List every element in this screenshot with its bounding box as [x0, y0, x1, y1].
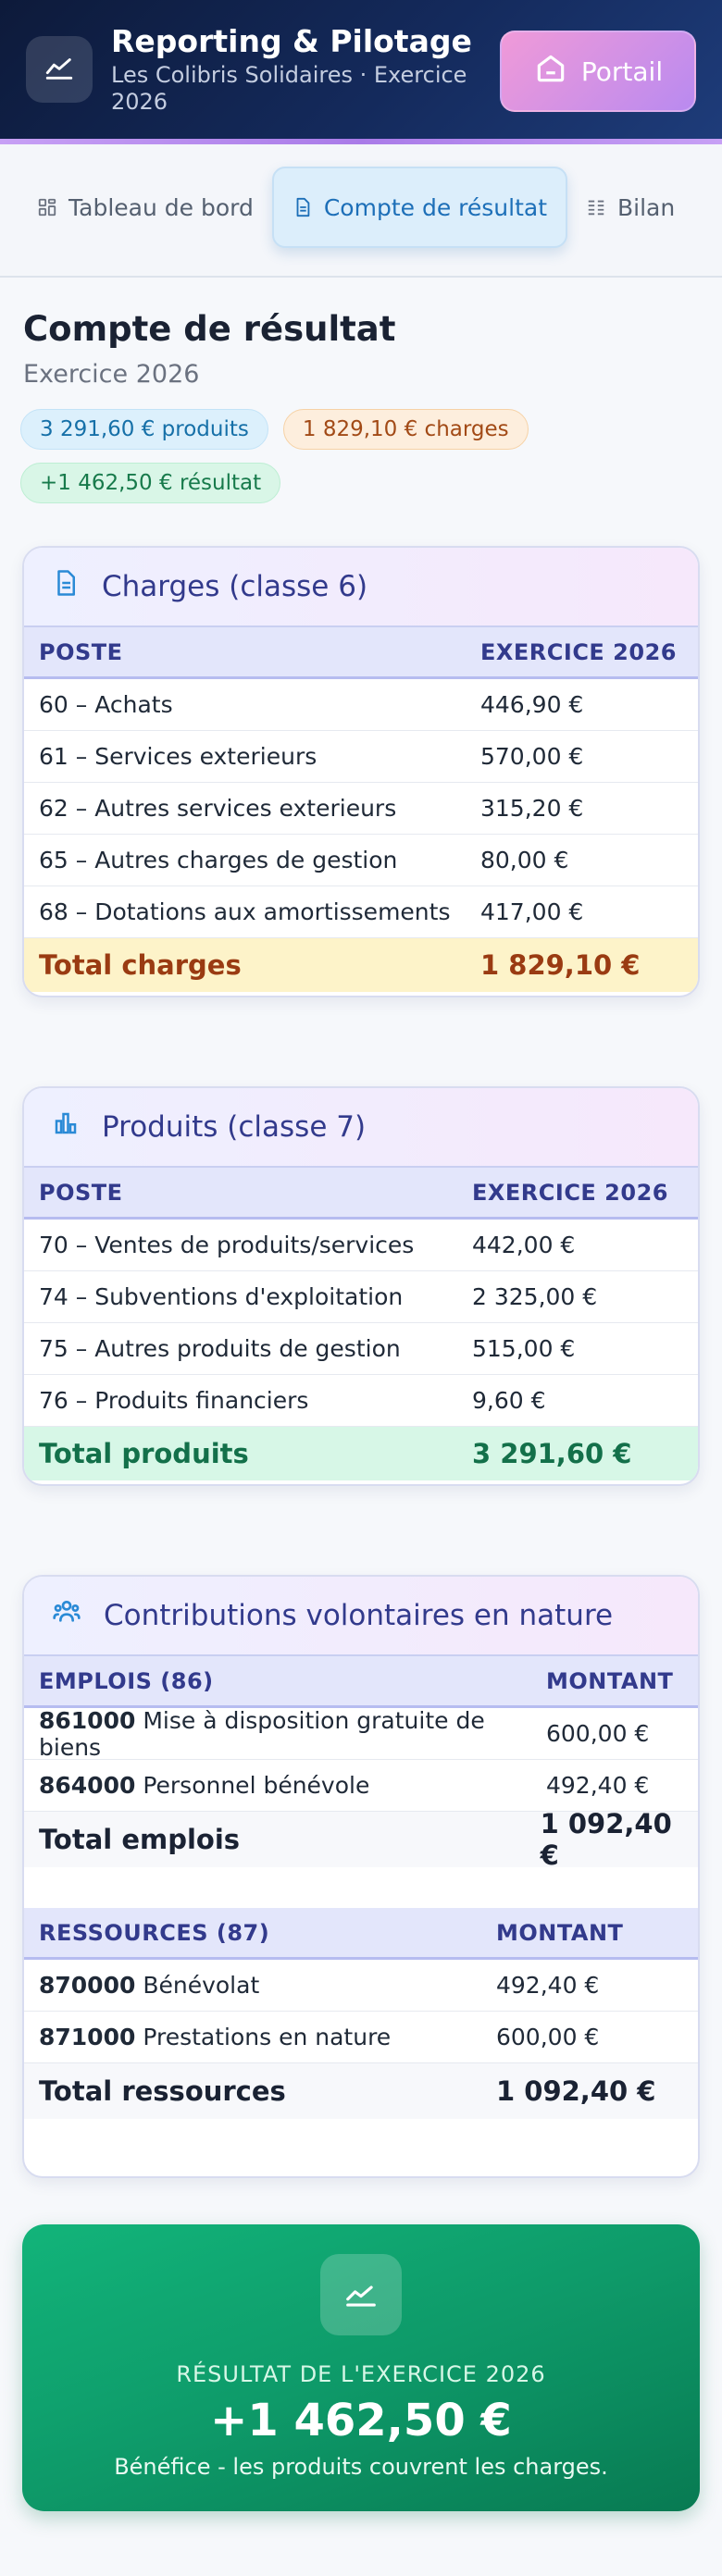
total-value: 1 092,40 € [496, 2075, 656, 2107]
table-row: 68 – Dotations aux amortissements 417,00 … [24, 886, 698, 938]
users-icon [52, 1597, 81, 1634]
col-montant: MONTANT [546, 1667, 674, 1694]
tab-label: Bilan [617, 193, 676, 221]
col-poste: POSTE [39, 638, 123, 665]
contributions-card-header: Contributions volontaires en nature [24, 1577, 698, 1656]
col-emplois: EMPLOIS (86) [39, 1667, 214, 1694]
result-value: +1 462,50 € [210, 2395, 512, 2446]
portal-button-label: Portail [580, 56, 664, 87]
table-row: 870000 Bénévolat 492,40 € [24, 1960, 698, 2012]
table-row: 62 – Autres services exterieurs 315,20 € [24, 783, 698, 835]
app-header: Reporting & Pilotage Les Colibris Solida… [0, 0, 722, 144]
trend-line-icon [44, 52, 75, 87]
tab-label: Tableau de bord [68, 193, 254, 221]
ressources-table-header: RESSOURCES (87) MONTANT [24, 1908, 698, 1960]
contributions-card-title: Contributions volontaires en nature [104, 1599, 614, 1632]
app-title: Reporting & Pilotage [111, 23, 472, 59]
total-value: 3 291,60 € [472, 1438, 632, 1469]
resultat-badge: +1 462,50 € résultat [20, 463, 281, 503]
summary-badges: 3 291,60 € produits 1 829,10 € charges +… [20, 409, 576, 503]
produits-card-title: Produits (classe 7) [102, 1110, 367, 1144]
table-row: 61 – Services exterieurs 570,00 € [24, 731, 698, 783]
charges-table-header: POSTE EXERCICE 2026 [24, 627, 698, 679]
result-note: Bénéfice - les produits couvrent les cha… [114, 2454, 608, 2480]
page-subtitle: Exercice 2026 [23, 360, 200, 389]
columns-icon [586, 197, 606, 217]
total-label: Total emplois [39, 1824, 241, 1855]
total-label: Total ressources [39, 2075, 286, 2107]
produits-total-row: Total produits 3 291,60 € [24, 1427, 698, 1480]
document-icon [52, 569, 80, 604]
charges-total-row: Total charges 1 829,10 € [24, 938, 698, 992]
tab-label: Compte de résultat [323, 193, 547, 221]
total-value: 1 829,10 € [480, 949, 641, 981]
table-row: 70 – Ventes de produits/services 442,00 € [24, 1220, 698, 1271]
app-subtitle: Les Colibris Solidaires · Exercice 2026 [111, 62, 467, 115]
col-exercice: EXERCICE 2026 [472, 1179, 668, 1206]
ressources-total-row: Total ressources 1 092,40 € [24, 2063, 698, 2119]
col-exercice: EXERCICE 2026 [480, 638, 677, 665]
produits-badge: 3 291,60 € produits [20, 409, 268, 450]
table-row: 75 – Autres produits de gestion 515,00 € [24, 1323, 698, 1375]
emplois-total-row: Total emplois 1 092,40 € [24, 1808, 698, 1871]
tab-tableau-de-bord[interactable]: Tableau de bord [19, 167, 272, 248]
result-card: RÉSULTAT DE L'EXERCICE 2026 +1 462,50 € … [22, 2224, 700, 2511]
bar-chart-icon [52, 1109, 80, 1145]
portal-button[interactable]: Portail [500, 31, 696, 112]
tab-bar: Tableau de bord Compte de résultat Bilan [0, 139, 722, 278]
charges-card-header: Charges (classe 6) [24, 548, 698, 627]
total-value: 1 092,40 € [540, 1808, 672, 1871]
charges-card-title: Charges (classe 6) [102, 570, 368, 603]
col-ressources: RESSOURCES (87) [39, 1919, 270, 1946]
contributions-card: Contributions volontaires en nature EMPL… [22, 1575, 700, 2178]
tab-bilan[interactable]: Bilan [567, 167, 693, 248]
charges-card: Charges (classe 6) POSTE EXERCICE 2026 6… [22, 546, 700, 997]
document-icon [293, 197, 313, 217]
table-row: 65 – Autres charges de gestion 80,00 € [24, 835, 698, 886]
total-label: Total charges [39, 949, 242, 981]
table-row: 864000 Personnel bénévole 492,40 € [24, 1760, 698, 1812]
tab-compte-de-resultat[interactable]: Compte de résultat [271, 167, 567, 248]
table-row: 871000 Prestations en nature 600,00 € [24, 2012, 698, 2063]
area-chart-icon [320, 2254, 402, 2335]
table-row: 76 – Produits financiers 9,60 € [24, 1375, 698, 1427]
app-logo [26, 36, 93, 103]
produits-card: Produits (classe 7) POSTE EXERCICE 2026 … [22, 1086, 700, 1486]
page-title: Compte de résultat [23, 309, 396, 349]
emplois-table-header: EMPLOIS (86) MONTANT [24, 1656, 698, 1708]
dashboard-icon [37, 197, 57, 217]
total-label: Total produits [39, 1438, 249, 1469]
col-poste: POSTE [39, 1179, 123, 1206]
table-row: 74 – Subventions d'exploitation 2 325,00 … [24, 1271, 698, 1323]
home-icon [533, 51, 568, 93]
table-row: 861000 Mise à disposition gratuite de bi… [24, 1707, 698, 1761]
table-row: 60 – Achats 446,90 € [24, 679, 698, 731]
col-montant: MONTANT [496, 1919, 624, 1946]
result-label: RÉSULTAT DE L'EXERCICE 2026 [176, 2361, 546, 2387]
produits-table-header: POSTE EXERCICE 2026 [24, 1168, 698, 1220]
produits-card-header: Produits (classe 7) [24, 1088, 698, 1168]
charges-badge: 1 829,10 € charges [282, 409, 529, 450]
